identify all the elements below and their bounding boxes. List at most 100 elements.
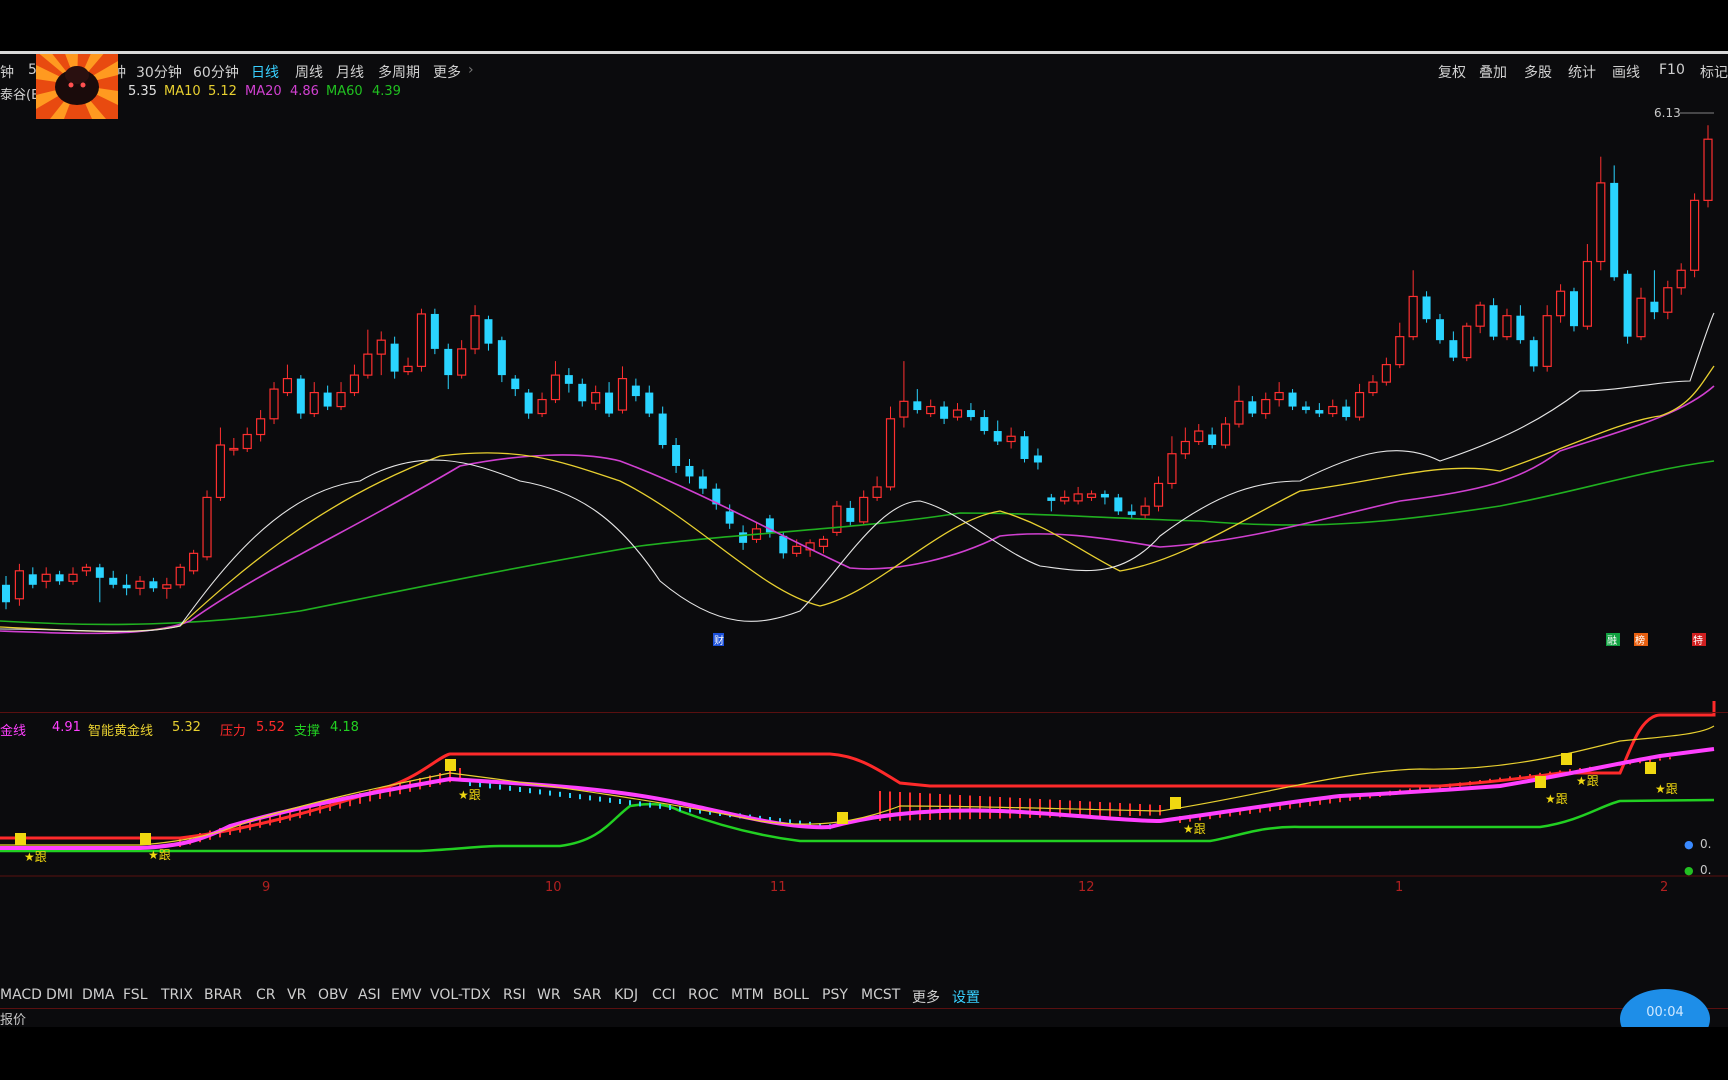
tab-obv[interactable]: OBV [318, 987, 348, 1003]
x-axis-month-label: 11 [770, 880, 787, 895]
candle [550, 361, 561, 404]
candle [712, 483, 721, 510]
ma5-line [0, 312, 1715, 632]
panel-separator [0, 712, 1728, 713]
candle [818, 535, 829, 554]
tab-asi[interactable]: ASI [358, 987, 381, 1003]
tab-rsi[interactable]: RSI [503, 987, 526, 1003]
smart-golden-line-value: 5.32 [172, 720, 201, 735]
candle [1569, 287, 1578, 332]
settings-button[interactable]: 设置 [952, 987, 980, 1007]
follow-box [445, 759, 456, 771]
candle [122, 574, 131, 596]
flag-margin[interactable]: 融 [1607, 635, 1617, 647]
candle [41, 567, 51, 589]
ma60-line [0, 460, 1715, 626]
tab-emv[interactable]: EMV [391, 987, 422, 1003]
candle [336, 382, 346, 411]
support-value: 4.18 [330, 720, 359, 735]
price-high-label: 6.13 [1654, 106, 1681, 120]
candle [966, 403, 975, 421]
candle [564, 368, 573, 393]
candle [229, 438, 239, 456]
golden-line-value: 4.91 [52, 720, 81, 735]
follow-label: ★跟 [148, 848, 171, 862]
candle [1555, 284, 1566, 323]
candle [175, 563, 185, 589]
quote-label[interactable]: 报价 [0, 1009, 26, 1027]
resistance-label: 压力 [220, 724, 247, 739]
tab-macd[interactable]: MACD [0, 987, 42, 1003]
tab-mcst[interactable]: MCST [861, 987, 900, 1003]
candle [1328, 399, 1338, 418]
tab-trix[interactable]: TRIX [161, 987, 193, 1003]
tab-cr[interactable]: CR [256, 987, 276, 1003]
flag-finance[interactable]: 财 [714, 634, 724, 647]
golden-line-label: 金线 [0, 724, 27, 739]
candle [1542, 305, 1552, 372]
candle [349, 364, 360, 397]
tab-dmi[interactable]: DMI [46, 987, 73, 1003]
follow-label: ★跟 [24, 850, 47, 864]
candle [135, 576, 145, 596]
candle [685, 458, 694, 484]
candle [1248, 396, 1257, 418]
candle [390, 336, 399, 379]
candle [645, 385, 654, 418]
tab-vr[interactable]: VR [287, 987, 306, 1003]
candle [363, 329, 373, 379]
flag-list[interactable]: 榜 [1635, 634, 1645, 647]
x-axis-month-label: 1 [1395, 880, 1403, 895]
candle [940, 401, 949, 425]
candle [658, 406, 667, 449]
flag-special[interactable]: 特 [1693, 635, 1703, 647]
candle [980, 410, 989, 435]
candle [323, 385, 332, 411]
follow-label: ★跟 [458, 788, 481, 802]
candle [1582, 244, 1592, 330]
blue-dot-icon: ● [1684, 838, 1694, 851]
candle [1663, 280, 1673, 320]
candle [537, 392, 547, 418]
candle [993, 420, 1002, 445]
candle [524, 389, 533, 419]
tab-dma[interactable]: DMA [82, 987, 114, 1003]
tab-psy[interactable]: PSY [822, 987, 848, 1003]
candle [242, 427, 252, 452]
candle [952, 403, 963, 421]
tab-mtm[interactable]: MTM [731, 987, 764, 1003]
price-and-indicator-chart[interactable]: 6.13 财 融 榜 特 ★跟 ★跟 ★跟 ★跟 ★跟 ★跟 ★跟 ● ● 0. 0. 9 [0, 51, 1728, 1027]
smart-golden-line-label: 智能黄金线 [88, 724, 154, 739]
tab-brar[interactable]: BRAR [204, 987, 242, 1003]
candle [1610, 165, 1619, 281]
tab-wr[interactable]: WR [537, 987, 561, 1003]
candle [1047, 493, 1056, 512]
tab-vol-tdx[interactable]: VOL-TDX [430, 987, 491, 1003]
candle [926, 399, 936, 418]
candle [872, 476, 882, 501]
candle [511, 375, 520, 397]
tab-fsl[interactable]: FSL [123, 987, 148, 1003]
candle [1288, 389, 1297, 411]
tab-cci[interactable]: CCI [652, 987, 676, 1003]
candle [1529, 336, 1538, 372]
tab-roc[interactable]: ROC [688, 987, 719, 1003]
candle [1408, 270, 1418, 341]
tab-more[interactable]: 更多 [912, 987, 940, 1007]
follow-box [1535, 776, 1546, 788]
indicator-tabs: MACD DMI DMA FSL TRIX BRAR CR VR OBV ASI… [0, 985, 1728, 1007]
candle [1676, 263, 1686, 295]
candle [403, 357, 413, 376]
x-axis: 9 10 11 12 1 2 [0, 875, 1728, 895]
candle [1167, 436, 1177, 489]
candle [1703, 125, 1713, 208]
ma10-line [0, 365, 1715, 633]
candle [14, 563, 25, 606]
candle [739, 525, 748, 550]
moving-average-lines [0, 312, 1715, 635]
candle [1020, 431, 1029, 463]
tab-kdj[interactable]: KDJ [614, 987, 638, 1003]
follow-box [140, 833, 151, 845]
tab-sar[interactable]: SAR [573, 987, 601, 1003]
tab-boll[interactable]: BOLL [773, 987, 809, 1003]
